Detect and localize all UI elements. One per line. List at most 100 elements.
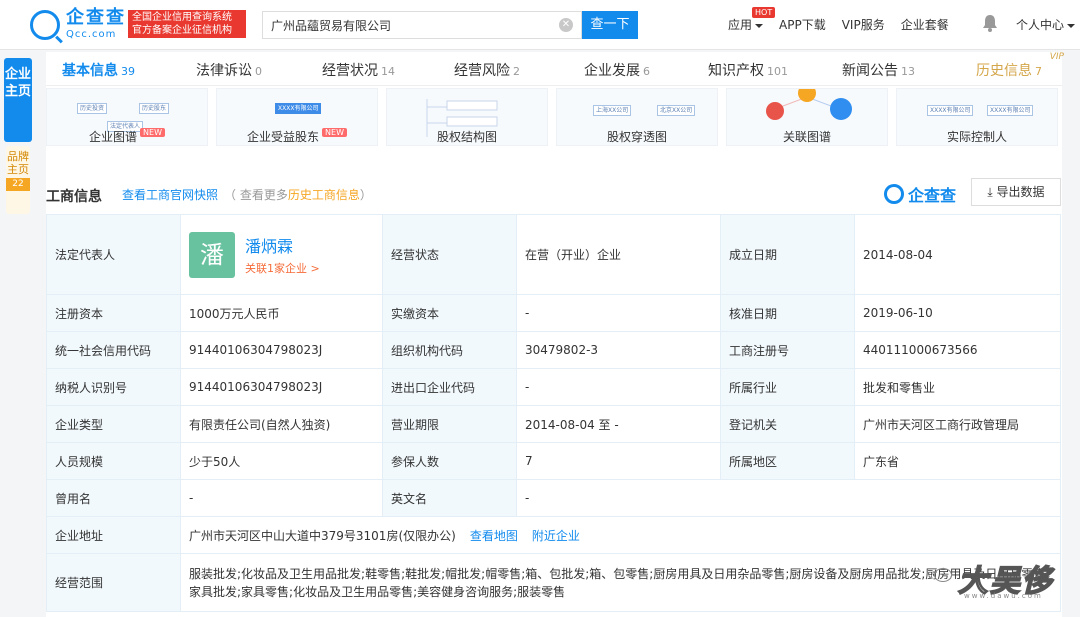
search-input[interactable] [263, 12, 553, 38]
qcc-logo[interactable]: 企查查 Qcc.com [30, 9, 126, 40]
section-tabs: 基本信息 39 法律诉讼 0 经营状况 14 经营风险 2 企业发展 6 知识产权 101 … [46, 52, 1064, 86]
table-row: 人员规模 少于50人 参保人数 7 所属地区 广东省 [46, 442, 1061, 480]
founded-value: 2014-08-04 [854, 214, 1061, 295]
tab-count: 101 [767, 65, 788, 78]
tab-operations[interactable]: 经营状况 14 [322, 60, 395, 80]
new-badge: NEW [140, 128, 165, 137]
brand-logo-text: 企查查 [908, 186, 957, 205]
address-cell: 广州市天河区中山大道中379号3101房(仅限办公) 查看地图 附近企业 [180, 516, 1061, 554]
english-name-key: 英文名 [382, 479, 517, 517]
credit-code-value: 91440106304798023J [180, 331, 383, 369]
insured-value: 7 [516, 442, 721, 480]
table-row: 企业类型 有限责任公司(自然人独资) 营业期限 2014-08-04 至 - 登… [46, 405, 1061, 443]
slogan-line-2: 官方备案企业征信机构 [132, 25, 232, 36]
address-value: 广州市天河区中山大道中379号3101房(仅限办公) [189, 528, 456, 543]
watermark: 大吴侈 www.dawu.com [894, 556, 1054, 606]
credit-code-key: 统一社会信用代码 [46, 331, 181, 369]
nav-app[interactable]: 应用 HOT [728, 7, 776, 33]
business-info-header: 工商信息 查看工商官网快照 （ 查看更多历史工商信息） 企查查 ⤓ 导出数据 [46, 178, 1062, 214]
graph-label-relation[interactable]: 关联图谱 [726, 128, 888, 145]
export-button[interactable]: ⤓ 导出数据 [971, 178, 1061, 206]
org-code-value: 30479802-3 [516, 331, 721, 369]
table-row: 企业地址 广州市天河区中山大道中379号3101房(仅限办公) 查看地图 附近企业 [46, 516, 1061, 554]
table-row: 曾用名 - 英文名 - [46, 479, 1061, 517]
tab-label: 企业发展 [584, 63, 640, 79]
clear-icon[interactable]: ✕ [559, 18, 573, 32]
authority-value: 广州市天河区工商行政管理局 [854, 405, 1061, 443]
thumb-node: XXXX有限公司 [987, 105, 1034, 116]
official-snapshot-link[interactable]: 查看工商官网快照 [122, 186, 218, 203]
tab-ip[interactable]: 知识产权 101 [708, 60, 788, 80]
slogan-line-1: 全国企业信用查询系统 [132, 12, 232, 23]
table-row: 统一社会信用代码 91440106304798023J 组织机构代码 30479… [46, 331, 1061, 369]
tab-history[interactable]: 历史信息 7 VIP [976, 52, 1064, 80]
nav-app-download[interactable]: APP下载 [779, 16, 826, 33]
watermark-sub: www.dawu.com [964, 592, 1043, 600]
graph-label-enterprise[interactable]: 企业图谱 NEW [46, 128, 208, 145]
graph-shortcuts: 历史投资 历史股东 法定代表人 XXXX有限公司 上海XX公司 北京XX公司 X… [46, 84, 1062, 184]
side-tab-brand-home[interactable]: 品牌主页 22 [6, 146, 30, 214]
history-business-link[interactable]: 历史工商信息 [288, 188, 360, 202]
region-value: 广东省 [854, 442, 1061, 480]
approved-key: 核准日期 [720, 294, 855, 332]
industry-key: 所属行业 [720, 368, 855, 406]
nearby-companies-link[interactable]: 附近企业 [532, 529, 580, 543]
wechat-icon [934, 568, 952, 582]
region-key: 所属地区 [720, 442, 855, 480]
legal-rep-name[interactable]: 潘炳霖 [245, 233, 320, 257]
status-key: 经营状态 [382, 214, 517, 295]
table-row: 注册资本 1000万元人民币 实缴资本 - 核准日期 2019-06-10 [46, 294, 1061, 332]
side-tab-enterprise-home[interactable]: 企业主页 [4, 58, 32, 142]
related-companies-link[interactable]: 关联1家企业 > [245, 260, 320, 276]
logo-magnifier-icon [884, 184, 904, 204]
thumb-node: 历史股东 [139, 103, 170, 114]
graph-label-text: 企业受益股东 [247, 130, 320, 144]
company-type-value: 有限责任公司(自然人独资) [180, 405, 383, 443]
brand-count-badge: 22 [6, 178, 30, 191]
tab-label: 基本信息 [62, 63, 118, 79]
tab-basic-info[interactable]: 基本信息 39 [62, 60, 135, 80]
tab-label: 经营风险 [454, 63, 510, 79]
graph-label-equity[interactable]: 股权结构图 [386, 128, 548, 145]
insured-key: 参保人数 [382, 442, 517, 480]
search-button[interactable]: 查一下 [582, 11, 638, 39]
tab-label: 历史信息 [976, 63, 1032, 79]
paid-value: - [516, 294, 721, 332]
tab-development[interactable]: 企业发展 6 [584, 60, 650, 80]
tax-id-value: 91440106304798023J [180, 368, 383, 406]
thumb-node: XXXX有限公司 [927, 105, 974, 116]
graph-label-controller[interactable]: 实际控制人 [896, 128, 1058, 145]
tab-count: 14 [381, 65, 395, 78]
table-row: 纳税人识别号 91440106304798023J 进出口企业代码 - 所属行业… [46, 368, 1061, 406]
company-type-key: 企业类型 [46, 405, 181, 443]
section-title: 工商信息 [46, 189, 102, 205]
bell-icon[interactable] [982, 14, 998, 32]
tab-count: 0 [255, 65, 262, 78]
nav-app-label: 应用 [728, 18, 753, 32]
graph-label-penetration[interactable]: 股权穿透图 [556, 128, 718, 145]
view-map-link[interactable]: 查看地图 [470, 529, 518, 543]
english-name-value: - [516, 479, 1061, 517]
tab-news[interactable]: 新闻公告 13 [842, 60, 915, 80]
top-nav: 应用 HOT APP下载 VIP服务 企业套餐 [728, 7, 965, 33]
tab-risk[interactable]: 经营风险 2 [454, 60, 520, 80]
user-center-label: 个人中心 [1016, 18, 1065, 32]
tab-label: 知识产权 [708, 63, 764, 79]
nav-enterprise-package[interactable]: 企业套餐 [901, 16, 949, 33]
main-content: 基本信息 39 法律诉讼 0 经营状况 14 经营风险 2 企业发展 6 知识产权 101 … [46, 52, 1064, 617]
user-center[interactable]: 个人中心 [1016, 16, 1076, 33]
tab-legal[interactable]: 法律诉讼 0 [196, 60, 262, 80]
staff-size-key: 人员规模 [46, 442, 181, 480]
legal-rep-cell: 潘 潘炳霖 关联1家企业 > [180, 214, 383, 295]
search-box: ✕ [262, 11, 582, 39]
tab-count: 6 [643, 65, 650, 78]
tab-count: 39 [121, 65, 135, 78]
tab-label: 经营状况 [322, 63, 378, 79]
side-tab-brand-label: 品牌主页 [7, 150, 29, 176]
nav-vip-service[interactable]: VIP服务 [842, 16, 885, 33]
graph-label-beneficiary[interactable]: 企业受益股东 NEW [216, 128, 378, 145]
thumb-node: 北京XX公司 [657, 105, 696, 116]
avatar[interactable]: 潘 [189, 231, 235, 278]
hot-badge: HOT [752, 7, 776, 18]
industry-value: 批发和零售业 [854, 368, 1061, 406]
